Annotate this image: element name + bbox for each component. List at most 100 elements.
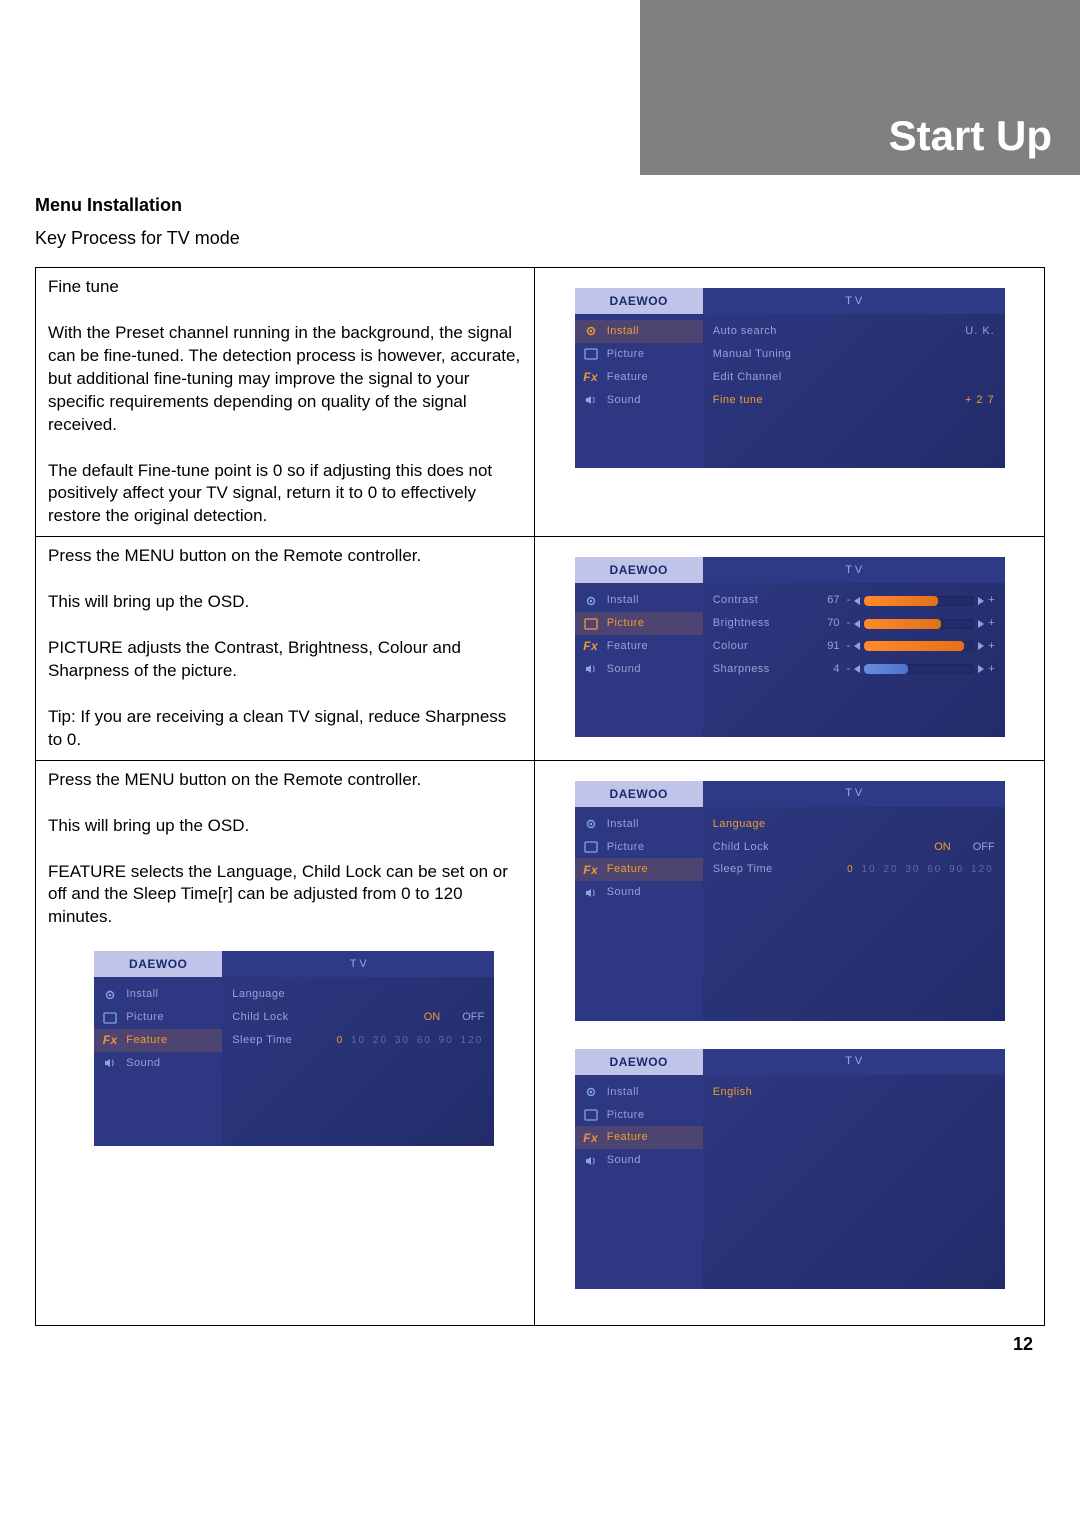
nav-label: Install [607, 817, 639, 832]
sleep-values: 0 10 20 30 60 90 120 [846, 863, 995, 877]
toggle: ON OFF [934, 840, 995, 855]
right-arrow-icon [978, 665, 984, 673]
osd-label: Edit Channel [713, 370, 782, 385]
picture-icon [583, 840, 599, 854]
paragraph: Press the MENU button on the Remote cont… [48, 545, 522, 568]
osd-nav-sound: Sound [94, 1052, 222, 1075]
paragraph: This will bring up the OSD. [48, 591, 522, 614]
nav-label: Install [126, 987, 158, 1002]
feature-icon: Fx [583, 370, 599, 384]
slider-value: 91 [827, 639, 839, 654]
picture-icon [583, 347, 599, 361]
picture-icon [583, 1108, 599, 1122]
osd-label: Fine tune [713, 393, 763, 408]
osd-screenshot-feature-right: DAEWOO T V Install [575, 781, 1005, 1021]
nav-label: Feature [607, 862, 648, 877]
osd-line: Sleep Time 0 10 20 30 60 90 [232, 1029, 484, 1052]
page-number: 12 [35, 1326, 1045, 1355]
nav-label: Picture [607, 840, 645, 855]
osd-label: Sharpness [713, 662, 770, 677]
section-heading: Menu Installation [35, 195, 1045, 216]
osd-nav-install: Install [575, 589, 703, 612]
row-title: Fine tune [48, 276, 522, 299]
nav-label: Picture [607, 1108, 645, 1123]
sound-icon [583, 662, 599, 676]
osd-brand: DAEWOO [575, 781, 703, 807]
osd-nav-sound: Sound [575, 1149, 703, 1172]
osd-label: Language [713, 817, 766, 832]
toggle: ON OFF [424, 1010, 485, 1025]
osd-line: Sharpness 4 - + [713, 658, 995, 681]
slider-value: 70 [827, 616, 839, 631]
paragraph: PICTURE adjusts the Contrast, Brightness… [48, 637, 522, 683]
right-arrow-icon [978, 620, 984, 628]
osd-line: Language [232, 983, 484, 1006]
slider-value: 4 [833, 662, 839, 677]
install-icon [583, 324, 599, 338]
osd-line: Auto search U. K. [713, 320, 995, 343]
osd-mode: T V [703, 557, 1005, 583]
osd-mode: T V [222, 951, 494, 977]
osd-nav-feature: Fx Feature [94, 1029, 222, 1052]
nav-label: Feature [607, 370, 648, 385]
sound-icon [583, 1154, 599, 1168]
nav-label: Picture [607, 347, 645, 362]
osd-nav-picture: Picture [575, 343, 703, 366]
osd-value: U. K. [965, 324, 994, 339]
osd-label: Auto search [713, 324, 777, 339]
slider: 91 - + [827, 639, 994, 654]
osd-mode: T V [703, 288, 1005, 314]
instruction-table: Fine tune With the Preset channel runnin… [35, 267, 1045, 1326]
osd-line: Language [713, 813, 995, 836]
sound-icon [102, 1056, 118, 1070]
nav-label: Feature [126, 1033, 167, 1048]
slider-value: 67 [827, 593, 839, 608]
section-subheading: Key Process for TV mode [35, 228, 1045, 249]
nav-label: Picture [607, 616, 645, 631]
osd-value: + 2 7 [965, 393, 995, 408]
osd-label: Child Lock [232, 1010, 288, 1025]
osd-brand: DAEWOO [575, 288, 703, 314]
paragraph: Press the MENU button on the Remote cont… [48, 769, 522, 792]
osd-nav-sound: Sound [575, 389, 703, 412]
osd-nav-install: Install [575, 1081, 703, 1104]
osd-nav-install: Install [575, 813, 703, 836]
osd-label: Brightness [713, 616, 770, 631]
install-icon [583, 594, 599, 608]
paragraph: Tip: If you are receiving a clean TV sig… [48, 706, 522, 752]
paragraph: With the Preset channel running in the b… [48, 322, 522, 437]
osd-nav-picture: Picture [575, 612, 703, 635]
osd-line: Colour 91 - + [713, 635, 995, 658]
osd-label: Language [232, 987, 285, 1002]
osd-nav-feature: Fx Feature [575, 635, 703, 658]
feature-icon: Fx [102, 1033, 118, 1047]
picture-icon [102, 1011, 118, 1025]
osd-nav-install: Install [575, 320, 703, 343]
osd-nav-install: Install [94, 983, 222, 1006]
nav-label: Picture [126, 1010, 164, 1025]
left-arrow-icon [854, 642, 860, 650]
toggle-off: OFF [462, 1010, 484, 1025]
osd-screenshot-install: DAEWOO T V Install [575, 288, 1005, 468]
osd-nav-feature: Fx Feature [575, 1126, 703, 1149]
nav-label: Install [607, 593, 639, 608]
nav-label: Sound [607, 885, 641, 900]
osd-label: Sleep Time [232, 1033, 292, 1048]
paragraph: The default Fine-tune point is 0 so if a… [48, 460, 522, 529]
feature-icon: Fx [583, 1131, 599, 1145]
osd-label: Sleep Time [713, 862, 773, 877]
picture-icon [583, 617, 599, 631]
osd-screenshot-feature-left: DAEWOO T V Install [94, 951, 494, 1146]
osd-nav-picture: Picture [575, 836, 703, 859]
osd-line: Brightness 70 - + [713, 612, 995, 635]
left-arrow-icon [854, 620, 860, 628]
osd-brand: DAEWOO [575, 1049, 703, 1075]
osd-label: Colour [713, 639, 748, 654]
osd-line: Edit Channel [713, 366, 995, 389]
osd-label: Manual Tuning [713, 347, 792, 362]
nav-label: Install [607, 1085, 639, 1100]
nav-label: Sound [126, 1056, 160, 1071]
osd-nav-picture: Picture [575, 1104, 703, 1127]
right-arrow-icon [978, 597, 984, 605]
osd-label: English [713, 1085, 753, 1100]
